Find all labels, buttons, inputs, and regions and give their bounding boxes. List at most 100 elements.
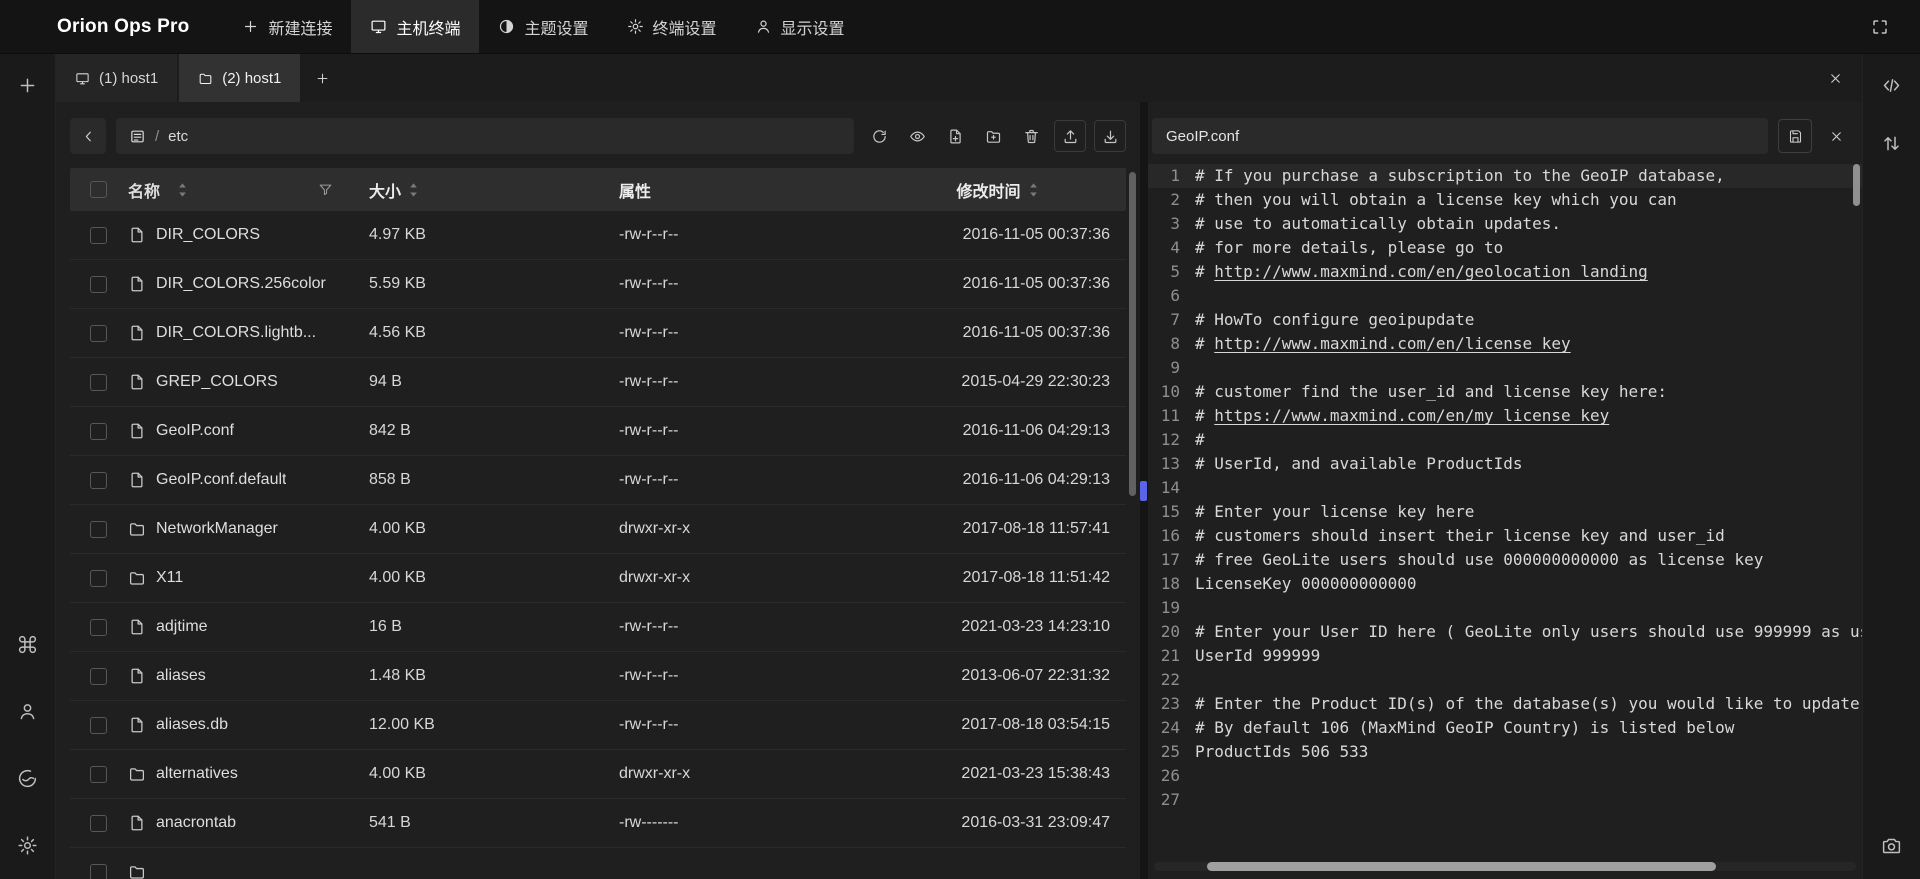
row-checkbox[interactable] bbox=[90, 374, 107, 391]
path-breadcrumb[interactable]: / etc bbox=[116, 118, 854, 154]
file-row[interactable]: NetworkManager 4.00 KB drwxr-xr-x 2017-0… bbox=[70, 505, 1126, 554]
menu-item-host-terminal[interactable]: 主机终端 bbox=[351, 0, 479, 53]
row-checkbox[interactable] bbox=[90, 815, 107, 832]
file-row[interactable]: DIR_COLORS.lightb... 4.56 KB -rw-r--r-- … bbox=[70, 309, 1126, 358]
file-rows: DIR_COLORS 4.97 KB -rw-r--r-- 2016-11-05… bbox=[70, 211, 1126, 879]
refresh-button[interactable] bbox=[864, 121, 894, 151]
file-attr: -rw-r--r-- bbox=[619, 618, 679, 636]
line-content: # By default 106 (MaxMind GeoIP Country)… bbox=[1180, 716, 1862, 740]
file-name: NetworkManager bbox=[156, 520, 278, 538]
row-checkbox[interactable] bbox=[90, 472, 107, 489]
menu-item-new-connection[interactable]: 新建连接 bbox=[223, 0, 351, 53]
row-checkbox[interactable] bbox=[90, 668, 107, 685]
save-icon bbox=[1788, 129, 1803, 144]
line-content: # Enter your User ID here ( GeoLite only… bbox=[1180, 620, 1862, 644]
fullscreen-button[interactable] bbox=[1862, 9, 1898, 45]
splitter-handle[interactable] bbox=[1140, 481, 1147, 501]
swap-icon bbox=[1881, 133, 1902, 154]
editor-line: 2 # then you will obtain a license key w… bbox=[1148, 188, 1862, 212]
file-row[interactable]: X11 4.00 KB drwxr-xr-x 2017-08-18 11:51:… bbox=[70, 554, 1126, 603]
line-content: ProductIds 506 533 bbox=[1180, 740, 1862, 764]
editor-line: 25 ProductIds 506 533 bbox=[1148, 740, 1862, 764]
file-mtime: 2017-08-18 11:51:42 bbox=[963, 569, 1110, 587]
row-checkbox[interactable] bbox=[90, 423, 107, 440]
swirl-icon bbox=[17, 768, 38, 789]
line-number: 24 bbox=[1148, 716, 1180, 740]
menu-item-display-settings[interactable]: 显示设置 bbox=[736, 0, 864, 53]
row-checkbox[interactable] bbox=[90, 276, 107, 293]
back-button[interactable] bbox=[70, 118, 106, 154]
line-content bbox=[1180, 788, 1862, 812]
sort-mtime-icon[interactable] bbox=[1028, 182, 1039, 198]
row-checkbox[interactable] bbox=[90, 766, 107, 783]
editor-hscrollbar[interactable] bbox=[1207, 862, 1716, 871]
row-checkbox[interactable] bbox=[90, 570, 107, 587]
file-row[interactable]: adjtime 16 B -rw-r--r-- 2021-03-23 14:23… bbox=[70, 603, 1126, 652]
settings-button[interactable] bbox=[10, 827, 46, 863]
editor-view-button[interactable] bbox=[1874, 67, 1910, 103]
path-segment[interactable]: etc bbox=[168, 128, 188, 145]
left-sidebar bbox=[0, 54, 56, 879]
menu-item-theme-settings[interactable]: 主题设置 bbox=[479, 0, 607, 53]
file-row[interactable]: alternatives 4.00 KB drwxr-xr-x 2021-03-… bbox=[70, 750, 1126, 799]
file-row[interactable] bbox=[70, 848, 1126, 879]
row-checkbox[interactable] bbox=[90, 864, 107, 879]
about-button[interactable] bbox=[10, 760, 46, 796]
row-checkbox[interactable] bbox=[90, 717, 107, 734]
column-mtime-label: 修改时间 bbox=[956, 178, 1020, 202]
row-checkbox[interactable] bbox=[90, 619, 107, 636]
sort-size-icon[interactable] bbox=[408, 182, 419, 198]
tab-2[interactable]: (2) host1 bbox=[179, 54, 300, 102]
topbar-actions bbox=[1862, 0, 1920, 53]
file-row[interactable]: DIR_COLORS.256color 5.59 KB -rw-r--r-- 2… bbox=[70, 260, 1126, 309]
file-mtime: 2016-11-06 04:29:13 bbox=[963, 471, 1110, 489]
line-content bbox=[1180, 764, 1862, 788]
command-icon bbox=[17, 634, 38, 655]
file-list-scrollbar[interactable] bbox=[1129, 172, 1136, 496]
row-checkbox[interactable] bbox=[90, 227, 107, 244]
file-row[interactable]: aliases.db 12.00 KB -rw-r--r-- 2017-08-1… bbox=[70, 701, 1126, 750]
close-panel-button[interactable] bbox=[1809, 54, 1862, 102]
new-file-button[interactable] bbox=[940, 121, 970, 151]
editor-header: GeoIP.conf bbox=[1152, 118, 1850, 154]
link-text[interactable]: http://www.maxmind.com/en/license_key bbox=[1214, 334, 1570, 353]
line-number: 9 bbox=[1148, 356, 1180, 380]
link-text[interactable]: http://www.maxmind.com/en/geolocation_la… bbox=[1214, 262, 1647, 281]
download-button[interactable] bbox=[1094, 120, 1126, 152]
editor-close-button[interactable] bbox=[1822, 129, 1850, 144]
screenshot-button[interactable] bbox=[1874, 827, 1910, 863]
file-row[interactable]: GeoIP.conf.default 858 B -rw-r--r-- 2016… bbox=[70, 456, 1126, 505]
upload-button[interactable] bbox=[1054, 120, 1086, 152]
editor-vscrollbar[interactable] bbox=[1853, 164, 1860, 206]
delete-button[interactable] bbox=[1016, 121, 1046, 151]
file-row[interactable]: anacrontab 541 B -rw------- 2016-03-31 2… bbox=[70, 799, 1126, 848]
users-button[interactable] bbox=[10, 693, 46, 729]
file-row[interactable]: DIR_COLORS 4.97 KB -rw-r--r-- 2016-11-05… bbox=[70, 211, 1126, 260]
filter-icon[interactable] bbox=[318, 182, 333, 197]
row-checkbox[interactable] bbox=[90, 521, 107, 538]
save-button[interactable] bbox=[1778, 119, 1812, 153]
file-row[interactable]: GeoIP.conf 842 B -rw-r--r-- 2016-11-06 0… bbox=[70, 407, 1126, 456]
link-text[interactable]: https://www.maxmind.com/en/my_license_ke… bbox=[1214, 406, 1609, 425]
select-all-checkbox[interactable] bbox=[90, 181, 107, 198]
line-number: 23 bbox=[1148, 692, 1180, 716]
shortcuts-button[interactable] bbox=[10, 626, 46, 662]
file-row[interactable]: GREP_COLORS 94 B -rw-r--r-- 2015-04-29 2… bbox=[70, 358, 1126, 407]
add-button[interactable] bbox=[10, 67, 46, 103]
main-area: (1) host1 (2) host1 bbox=[56, 54, 1862, 879]
menu-item-terminal-settings[interactable]: 终端设置 bbox=[608, 0, 736, 53]
toggle-hidden-button[interactable] bbox=[902, 121, 932, 151]
editor-line: 17 # free GeoLite users should use 00000… bbox=[1148, 548, 1862, 572]
file-name: GeoIP.conf.default bbox=[156, 471, 286, 489]
tab-1[interactable]: (1) host1 bbox=[56, 54, 177, 102]
line-number: 16 bbox=[1148, 524, 1180, 548]
sort-name-icon[interactable] bbox=[177, 182, 188, 198]
line-number: 1 bbox=[1148, 164, 1180, 188]
file-row[interactable]: aliases 1.48 KB -rw-r--r-- 2013-06-07 22… bbox=[70, 652, 1126, 701]
add-tab-button[interactable] bbox=[300, 54, 345, 102]
editor-content[interactable]: 1 # If you purchase a subscription to th… bbox=[1148, 164, 1862, 879]
sort-panels-button[interactable] bbox=[1874, 125, 1910, 161]
editor-line: 4 # for more details, please go to bbox=[1148, 236, 1862, 260]
new-folder-button[interactable] bbox=[978, 121, 1008, 151]
row-checkbox[interactable] bbox=[90, 325, 107, 342]
